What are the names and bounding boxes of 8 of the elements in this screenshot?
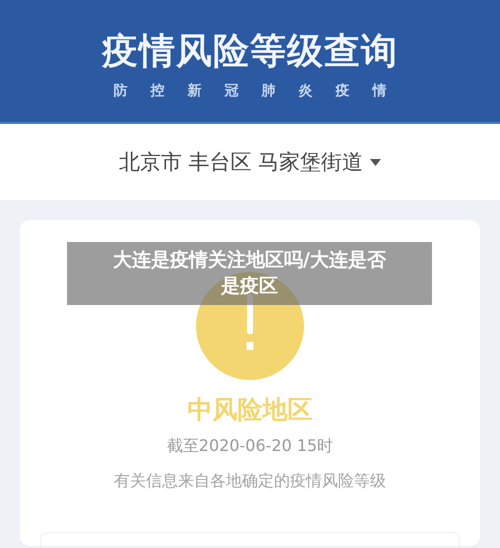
location-selector[interactable]: 北京市 丰台区 马家堡街道 [118,148,382,176]
page-title: 疫情风险等级查询 [102,30,398,74]
overlay-caption: 大连是疫情关注地区吗/大连是否是疫区 [67,242,432,305]
risk-level: 中风险地区 [188,394,312,426]
update-time: 截至2020-06-20 15时 [166,436,334,457]
page-subtitle: 防 控 新 冠 肺 炎 疫 情 [114,82,386,100]
source-note: 有关信息来自各地确定的疫情风险等级 [114,471,386,492]
caret-icon [370,158,382,166]
